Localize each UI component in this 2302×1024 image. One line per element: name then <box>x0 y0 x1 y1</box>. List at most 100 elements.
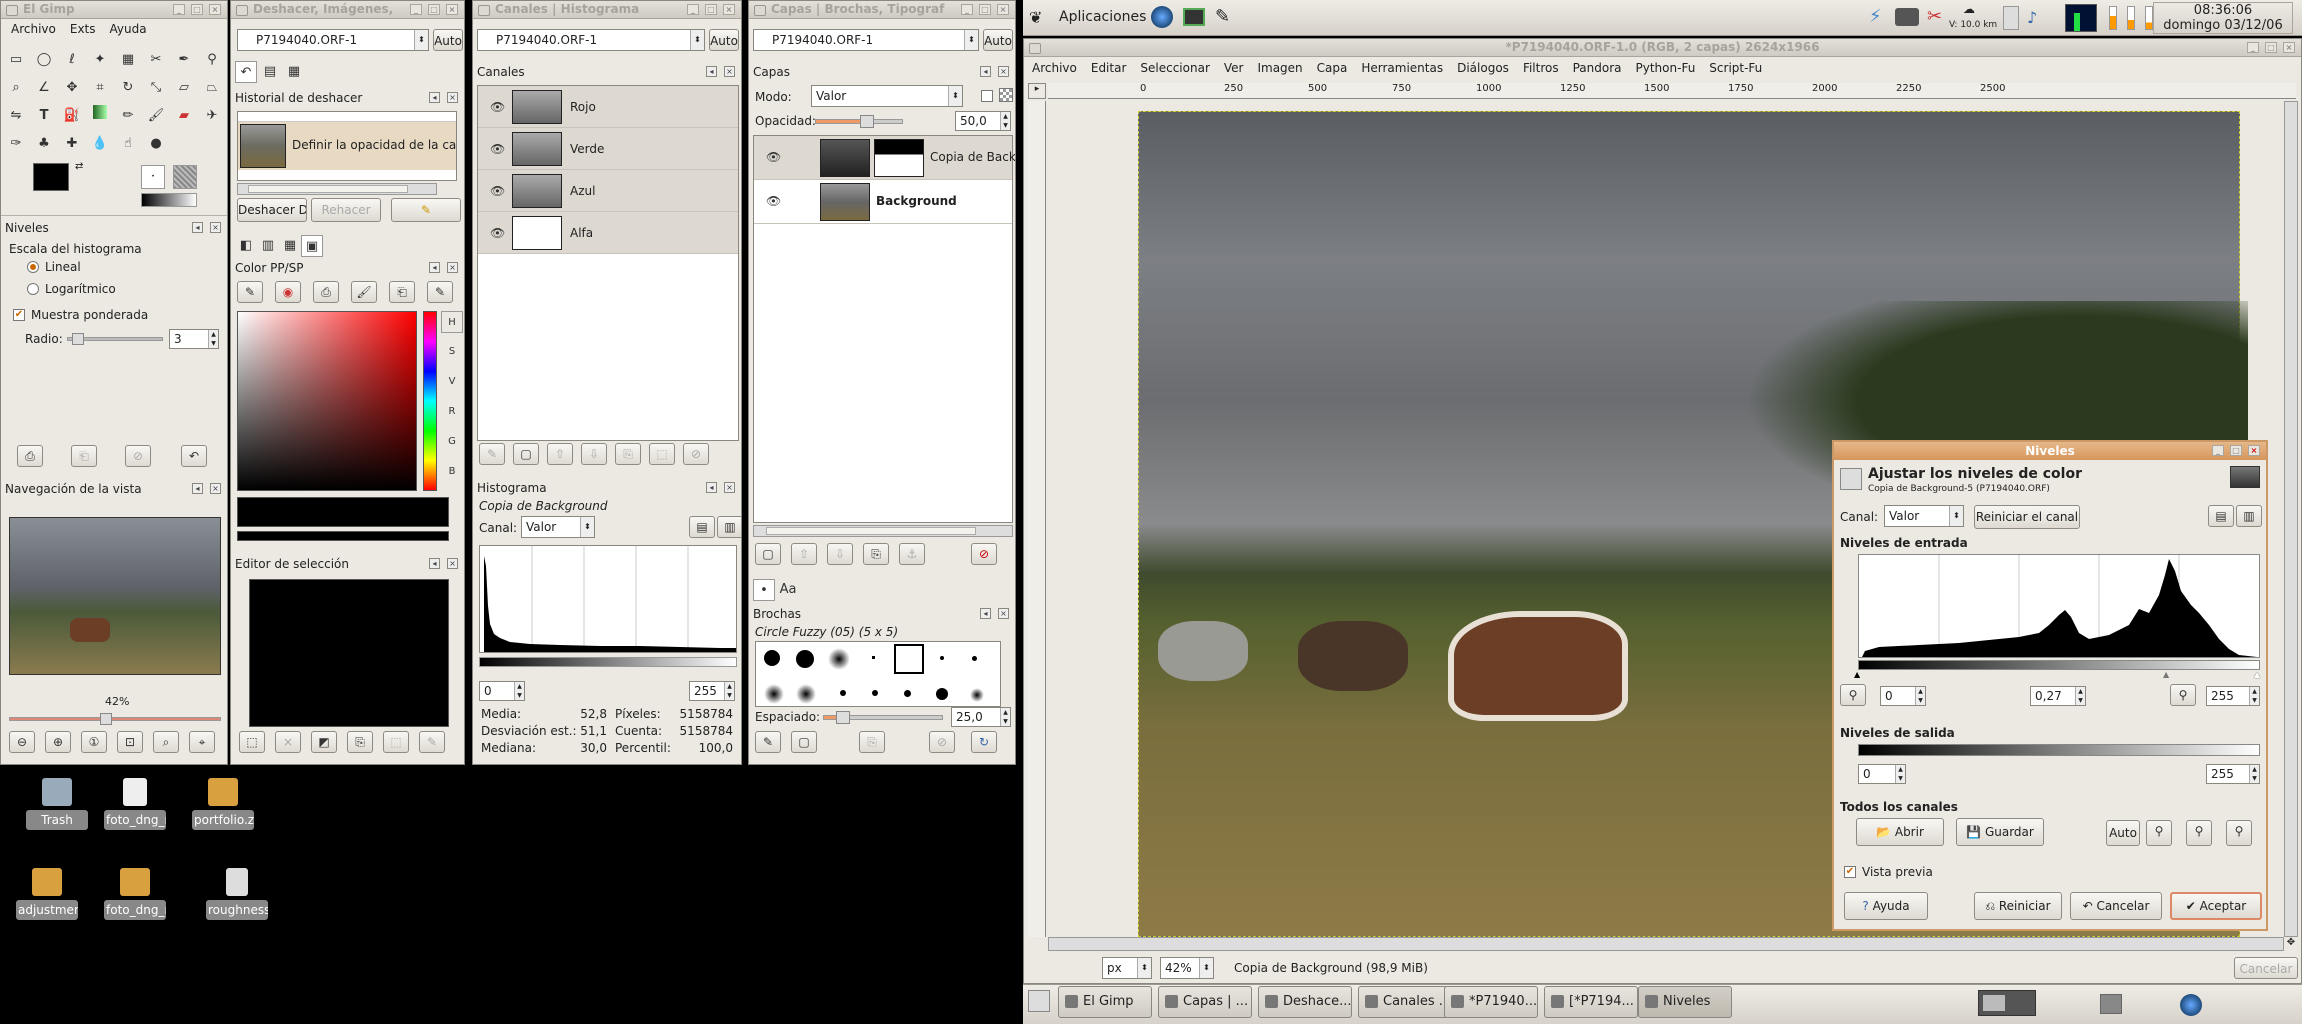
ok-button[interactable]: ✔ Aceptar <box>2170 892 2262 920</box>
menu-pandora[interactable]: Pandora <box>1573 61 1622 75</box>
fonts-tab-icon[interactable]: Aa <box>777 579 799 601</box>
menu-archivo[interactable]: Archivo <box>1032 61 1077 75</box>
zoom-select[interactable]: 42% ⬍ <box>1160 957 1214 979</box>
h-channel-button[interactable]: H <box>441 311 463 333</box>
terminal-icon[interactable] <box>1183 8 1205 26</box>
eye-icon[interactable]: 👁 <box>490 184 505 198</box>
task-canales[interactable]: Canales ... <box>1358 986 1452 1018</box>
rect-select-tool[interactable]: ▭ <box>5 49 27 71</box>
smudge-tool[interactable]: ☝ <box>117 133 139 155</box>
show-desktop-button[interactable] <box>1028 990 1050 1012</box>
save-options-button[interactable]: ⎙ <box>17 445 43 467</box>
log-radio[interactable] <box>27 283 39 295</box>
bucket-fill-tool[interactable]: ⛽ <box>61 105 83 127</box>
menu-capa[interactable]: Capa <box>1317 61 1348 75</box>
gray-picker-button[interactable]: ⚲ <box>2186 820 2212 846</box>
new-channel-button[interactable]: ▢ <box>513 443 539 465</box>
menu-filtros[interactable]: Filtros <box>1523 61 1559 75</box>
brush-item[interactable] <box>936 688 948 700</box>
scissors-tool[interactable]: ✂ <box>145 49 167 71</box>
configure-button[interactable]: ◂ <box>429 262 440 273</box>
tray-icon-2[interactable] <box>2180 994 2202 1016</box>
reset-button[interactable]: ⎌ Reiniciar <box>1974 892 2062 920</box>
task-capas[interactable]: Capas | ... <box>1158 986 1252 1018</box>
minimize-button[interactable]: _ <box>961 4 973 15</box>
desktop-icon-adjustment[interactable]: adjustmen... <box>16 868 78 920</box>
nav-corner-icon[interactable]: ✥ <box>2284 937 2298 951</box>
auto-button[interactable]: Auto <box>983 29 1013 51</box>
clone-tool[interactable]: ♣ <box>33 133 55 155</box>
output-low-field[interactable]: 0 ▲ ▼ <box>1858 764 1906 784</box>
close-tab-button[interactable]: × <box>210 483 221 494</box>
text-tool[interactable]: T <box>33 105 55 127</box>
menu-ayuda[interactable]: Ayuda <box>110 22 147 36</box>
lower-channel-button[interactable]: ⇩ <box>581 443 607 465</box>
workspace-switcher[interactable] <box>1978 990 2036 1016</box>
menu-herramientas[interactable]: Herramientas <box>1361 61 1443 75</box>
weighted-checkbox[interactable]: ✔ <box>13 309 25 321</box>
scale-tool[interactable]: ⤡ <box>145 77 167 99</box>
color-select-tool[interactable]: ▦ <box>117 49 139 71</box>
duplicate-channel-button[interactable]: ⎘ <box>615 443 641 465</box>
delete-brush-button[interactable]: ⊘ <box>929 731 955 753</box>
task-image-2[interactable]: [*P7194... <box>1544 986 1638 1018</box>
pattern-indicator[interactable] <box>173 165 197 189</box>
histogram-min-input[interactable]: 0 ▲ ▼ <box>479 681 525 701</box>
status-cancel-button[interactable]: Cancelar <box>2234 957 2298 979</box>
menu-imagen[interactable]: Imagen <box>1257 61 1302 75</box>
maximize-button[interactable]: □ <box>705 4 717 15</box>
hue-strip[interactable] <box>423 311 437 491</box>
brush-item[interactable] <box>828 648 850 670</box>
duplicate-brush-button[interactable]: ⎘ <box>859 731 885 753</box>
configure-button[interactable]: ◂ <box>980 66 991 77</box>
refresh-brushes-button[interactable]: ↻ <box>971 731 997 753</box>
brush-item[interactable] <box>904 690 911 697</box>
menu-editar[interactable]: Editar <box>1091 61 1127 75</box>
brush-item[interactable] <box>940 656 944 660</box>
gimp-launcher-icon[interactable]: ✎ <box>1215 6 1230 27</box>
heal-tool[interactable]: ✚ <box>61 133 83 155</box>
black-point-picker[interactable]: ⚲ <box>1840 684 1866 706</box>
palette-tab-icon[interactable]: ▥ <box>257 235 279 257</box>
color-square[interactable] <box>237 311 417 491</box>
zoom-fit-button[interactable]: ⊡ <box>117 731 143 753</box>
nav-zoom-slider[interactable] <box>9 713 221 725</box>
eye-icon[interactable]: 👁 <box>490 142 505 156</box>
undo-button[interactable]: Deshacer D <box>237 198 307 222</box>
fgbg-tab-icon[interactable]: ◧ <box>235 235 257 257</box>
white-picker-button[interactable]: ⚲ <box>2226 820 2252 846</box>
applications-menu[interactable]: Aplicaciones <box>1059 9 1146 25</box>
brush-indicator[interactable]: • <box>141 165 165 189</box>
close-tab-button[interactable]: × <box>447 558 458 569</box>
opacity-input[interactable]: 50,0 ▲ ▼ <box>955 111 1011 131</box>
image-titlebar[interactable]: *P7194040.ORF-1.0 (RGB, 2 capas) 2624x19… <box>1024 39 2301 57</box>
spacing-input[interactable]: 25,0 ▲ ▼ <box>951 707 1011 727</box>
histogram-channel-select[interactable]: Valor ⬍ <box>521 516 595 538</box>
shear-tool[interactable]: ▱ <box>173 77 195 99</box>
blur-tool[interactable]: 💧 <box>89 133 111 155</box>
eraser-tool[interactable]: ▰ <box>173 105 195 127</box>
eye-icon[interactable]: 👁 <box>766 194 781 208</box>
task-image-1[interactable]: *P71940... <box>1444 986 1538 1018</box>
mixer-icon[interactable] <box>2003 6 2019 30</box>
radius-input[interactable]: 3 ▲ ▼ <box>169 329 219 349</box>
channels-titlebar[interactable]: Canales | Histograma _ □ × <box>473 1 741 19</box>
desktop-icon-portfolio[interactable]: portfolio.zip <box>192 778 254 830</box>
dodge-tool[interactable]: ● <box>145 133 167 155</box>
paintbrush-tool[interactable]: 🖌 <box>145 105 167 127</box>
minimize-button[interactable]: _ <box>2212 445 2224 456</box>
ink-tool[interactable]: ✑ <box>5 133 27 155</box>
configure-button[interactable]: ◂ <box>429 92 440 103</box>
eye-icon[interactable]: 👁 <box>490 226 505 240</box>
image-select[interactable]: P7194040.ORF-1 ⬍ <box>753 29 979 51</box>
vruler[interactable] <box>1028 101 1046 937</box>
color-tab-icon[interactable]: ▣ <box>301 235 323 257</box>
b-channel-button[interactable]: B <box>441 461 463 483</box>
configure-button[interactable]: ◂ <box>192 483 203 494</box>
keep-transparency-checkbox[interactable] <box>981 90 993 102</box>
pencil-tool[interactable]: ✏ <box>117 105 139 127</box>
undo-blank-entry[interactable] <box>238 112 456 122</box>
close-button[interactable]: × <box>2283 42 2295 53</box>
close-tab-button[interactable]: × <box>210 222 221 233</box>
delete-layer-button[interactable]: ⊘ <box>971 543 997 565</box>
